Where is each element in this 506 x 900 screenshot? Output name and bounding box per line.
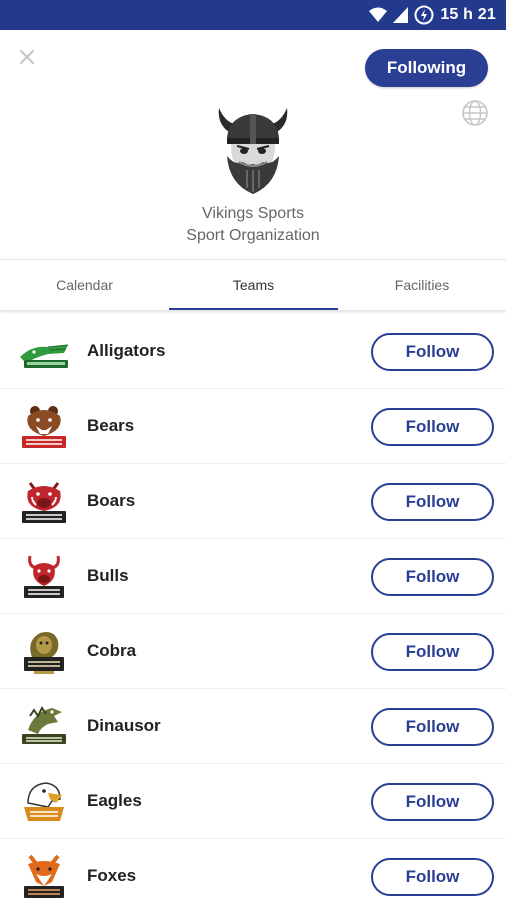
wifi-icon	[369, 7, 388, 23]
signal-icon	[393, 7, 409, 23]
team-row-cobra[interactable]: Cobra Follow	[0, 614, 506, 689]
team-name: Boars	[87, 491, 136, 510]
team-row-alligators[interactable]: Alligators Follow	[0, 314, 506, 389]
tab-facilities[interactable]: Facilities	[338, 260, 506, 310]
clock: 15 h 21	[440, 6, 496, 23]
team-logo	[18, 702, 70, 752]
tab-calendar[interactable]: Calendar	[0, 260, 169, 310]
organization-type: Sport Organization	[186, 227, 320, 244]
team-name: Cobra	[87, 641, 137, 660]
follow-button[interactable]: Follow	[371, 333, 494, 371]
team-row-foxes[interactable]: Foxes Follow	[0, 839, 506, 900]
follow-button[interactable]: Follow	[371, 708, 494, 746]
following-button[interactable]: Following	[365, 49, 488, 87]
status-bar: 15 h 21	[0, 0, 506, 30]
close-button[interactable]	[14, 44, 40, 70]
team-logo	[18, 627, 70, 677]
bull-logo-icon	[24, 555, 64, 598]
team-logo	[18, 552, 70, 602]
team-name: Alligators	[87, 341, 166, 360]
team-name: Bears	[87, 416, 135, 435]
team-logo	[18, 852, 70, 900]
organization-name: Vikings Sports	[202, 205, 304, 222]
team-logo	[18, 477, 70, 527]
team-logo	[18, 402, 70, 452]
close-icon	[20, 50, 34, 64]
website-button[interactable]	[461, 99, 489, 127]
follow-button[interactable]: Follow	[371, 558, 494, 596]
tab-teams[interactable]: Teams	[169, 260, 338, 310]
team-row-eagles[interactable]: Eagles Follow	[0, 764, 506, 839]
team-name: Eagles	[87, 791, 142, 810]
globe-icon	[462, 100, 488, 126]
organization-logo	[213, 104, 293, 196]
alligator-logo-icon	[20, 344, 69, 368]
cobra-logo-icon	[24, 632, 64, 674]
eagle-logo-icon	[24, 782, 64, 821]
fox-logo-icon	[24, 854, 64, 898]
dinosaur-logo-icon	[22, 706, 66, 744]
team-row-dinausor[interactable]: Dinausor Follow	[0, 689, 506, 764]
follow-button[interactable]: Follow	[371, 408, 494, 446]
team-row-boars[interactable]: Boars Follow	[0, 464, 506, 539]
team-row-bears[interactable]: Bears Follow	[0, 389, 506, 464]
team-row-bulls[interactable]: Bulls Follow	[0, 539, 506, 614]
team-name: Dinausor	[87, 716, 161, 735]
follow-button[interactable]: Follow	[371, 633, 494, 671]
follow-button[interactable]: Follow	[371, 483, 494, 521]
bear-logo-icon	[22, 406, 66, 448]
team-logo	[18, 777, 70, 827]
follow-button[interactable]: Follow	[371, 858, 494, 896]
viking-logo-icon	[218, 108, 288, 194]
team-list: Alligators Follow Bears Follow Boars Fol…	[0, 314, 506, 900]
tab-selected-indicator	[169, 308, 338, 310]
status-icons: 15 h 21	[369, 4, 496, 26]
battery-saver-icon	[414, 5, 434, 25]
team-logo	[18, 327, 70, 377]
team-name: Foxes	[87, 866, 137, 885]
team-name: Bulls	[87, 566, 129, 585]
follow-button[interactable]: Follow	[371, 783, 494, 821]
tab-bar: Calendar Teams Facilities	[0, 259, 506, 310]
boar-logo-icon	[22, 482, 66, 523]
